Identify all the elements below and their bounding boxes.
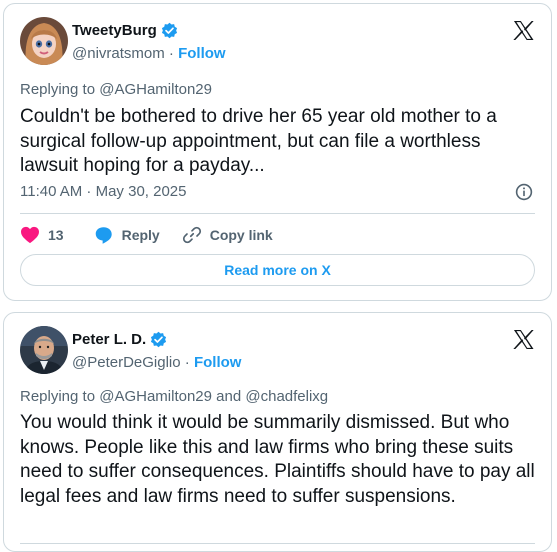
like-count: 13	[48, 227, 64, 243]
reply-bubble-icon	[95, 226, 112, 244]
link-icon	[182, 226, 201, 244]
replying-and: and	[212, 388, 246, 405]
copy-link-label: Copy link	[209, 227, 273, 243]
read-more-button[interactable]: Read more on X	[20, 254, 535, 286]
timestamp[interactable]: 11:40 AM · May 30, 2025	[20, 183, 187, 200]
x-logo-icon[interactable]	[512, 329, 535, 355]
tweet-card: TweetyBurg @nivratsmom · Follow Replying…	[3, 3, 552, 301]
tweet-text: Couldn't be bothered to drive her 65 yea…	[20, 106, 497, 176]
follow-button[interactable]: Follow	[194, 354, 242, 371]
display-name-text[interactable]: Peter L. D.	[72, 331, 146, 348]
x-logo-icon[interactable]	[512, 20, 535, 46]
man-portrait-avatar-icon	[20, 326, 68, 374]
display-name[interactable]: Peter L. D.	[72, 331, 167, 348]
separator: ·	[164, 45, 179, 62]
divider	[20, 543, 535, 544]
handle[interactable]: @nivratsmom	[72, 45, 165, 62]
info-icon[interactable]	[515, 183, 533, 206]
like-button[interactable]: 13	[20, 226, 64, 244]
handle[interactable]: @PeterDeGiglio	[72, 354, 181, 371]
reply-button[interactable]: Reply	[93, 226, 160, 245]
replying-to: Replying to @AGHamilton29	[20, 81, 212, 98]
cartoon-woman-avatar-icon	[20, 17, 68, 65]
verified-badge-icon	[161, 22, 177, 39]
reply-target-link[interactable]: @AGHamilton29	[99, 81, 212, 98]
tweet-text: You would think it would be summarily di…	[20, 412, 535, 507]
reply-label: Reply	[121, 227, 160, 243]
avatar[interactable]	[20, 17, 68, 65]
tweet-card: Peter L. D. @PeterDeGiglio · Follow Repl…	[3, 312, 552, 552]
display-name-text[interactable]: TweetyBurg	[72, 22, 157, 39]
handle-line: @PeterDeGiglio · Follow	[72, 354, 241, 371]
divider	[20, 213, 535, 214]
verified-badge-icon	[151, 331, 167, 348]
replying-prefix: Replying to	[20, 81, 100, 98]
copy-link-button[interactable]: Copy link	[182, 225, 273, 245]
replying-to: Replying to @AGHamilton29 and @chadfelix…	[20, 388, 328, 405]
follow-button[interactable]: Follow	[178, 45, 226, 62]
heart-icon	[21, 226, 39, 244]
reply-target-link-2[interactable]: @chadfelixg	[245, 388, 328, 405]
reply-target-link[interactable]: @AGHamilton29	[99, 388, 212, 405]
action-bar: 13 Reply Copy link	[20, 224, 273, 246]
separator: ·	[180, 354, 194, 371]
replying-prefix: Replying to	[20, 388, 100, 405]
display-name[interactable]: TweetyBurg	[72, 22, 178, 39]
handle-line: @nivratsmom · Follow	[72, 45, 226, 62]
avatar[interactable]	[20, 326, 68, 374]
